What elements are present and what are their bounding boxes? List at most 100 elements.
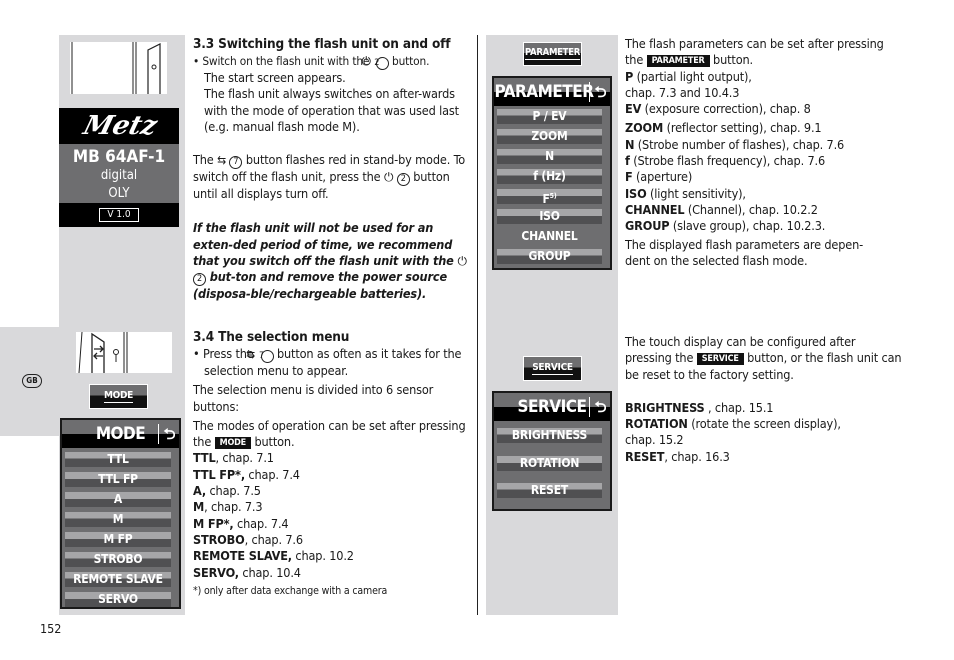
parameter-entry: chap. 7.3 and 10.4.3 [625,85,900,101]
parameter-menu-screen: PARAMETER ⮌ P / EV ZOOM N f (Hz) F5) ISO… [492,76,612,270]
service-entry-term: ROTATION [625,416,688,432]
mode-entry-term: SERVO, [193,564,239,580]
param-item-channel[interactable]: CHANNEL [497,229,602,244]
mode-entry: A, chap. 7.5 [193,483,468,499]
parameter-entry-ref: (aperture) [632,169,693,185]
parameter-chip: PARAMETER [646,55,710,68]
service-entry: chap. 15.2 [625,432,905,448]
mode-entry-term: M [193,499,205,515]
service-chip: SERVICE [696,353,744,366]
service-item-brightness[interactable]: BRIGHTNESS [497,428,602,443]
section-3-3: 3.3 Switching the flash unit on and off … [193,36,468,303]
number-2-icon: 2 [374,57,389,70]
flash-selection-drawing-icon [78,331,128,374]
mode-entry-ref: chap. 7.5 [206,483,261,499]
mode-item-servo[interactable]: SERVO [65,592,171,607]
service-entries-list: BRIGHTNESS , chap. 15.1 ROTATION (rotate … [625,400,905,465]
parameter-entry-ref: (Strobe number of flashes), chap. 7.6 [634,136,845,152]
mode-entry: TTL FP*, chap. 7.4 [193,467,468,483]
section-3-4: 3.4 The selection menu • Press the ⇆ 7 b… [193,329,468,599]
service-entry: BRIGHTNESS , chap. 15.1 [625,400,905,416]
service-menu-screen: SERVICE ⮌ BRIGHTNESS ROTATION RESET [492,391,612,511]
parameter-entry: ISO (light sensitivity), [625,186,900,202]
parameter-entry-ref: (Channel), chap. 10.2.2 [684,201,818,217]
mode-item-m[interactable]: M [65,512,171,527]
number-7-icon: 7 [259,350,274,363]
mode-item-remote-slave[interactable]: REMOTE SLAVE [65,572,171,587]
mode-item-a[interactable]: A [65,492,171,507]
selection-menu-text: The selection menu is divided into 6 sen… [193,382,434,414]
last-mode-text: The flash unit always switches on after-… [204,86,459,134]
param-item-iso[interactable]: ISO [497,209,602,224]
mode-item-m-fp[interactable]: M FP [65,532,171,547]
mode-chip: MODE [214,437,252,450]
mode-soft-button[interactable]: MODE [89,384,148,409]
parameter-entry-ref: (slave group), chap. 10.2.3. [669,218,826,234]
number-2-icon: 2 [193,273,206,287]
back-icon[interactable]: ⮌ [589,82,606,102]
standby-text: The ⇆ 7 button flashes red in stand-by m… [193,152,465,202]
param-item-f-hz[interactable]: f (Hz) [497,169,602,184]
mode-entry-ref: , chap. 7.3 [204,499,263,515]
service-entry-ref: chap. 15.2 [625,432,684,448]
parameter-soft-button[interactable]: PARAMETER [523,42,582,66]
section-heading: 3.3 Switching the flash unit on and off [193,36,451,52]
mode-item-ttl[interactable]: TTL [65,452,171,467]
mode-entry: REMOTE SLAVE, chap. 10.2 [193,548,468,564]
mode-entry-ref: chap. 10.2 [291,548,354,564]
column-divider [477,35,478,615]
mode-entry-ref: chap. 10.4 [238,564,301,580]
parameter-intro: The flash parameters can be set after pr… [625,36,884,68]
param-item-f-aperture[interactable]: F5) [497,189,602,206]
parameter-entry-term: CHANNEL [625,201,685,217]
param-item-p-ev[interactable]: P / EV [497,109,602,124]
switch-icon: ⇆ [217,153,226,168]
page-number: 152 [40,621,62,636]
model-line-1: digital [100,168,138,183]
bullet-switch-on: • Switch on the flash unit with the ⏻ 2 … [193,54,430,70]
mode-menu-screen: MODE ⮌ TTL TTL FP A M M FP STROBO REMOTE… [60,418,181,609]
service-entry-term: RESET [625,448,665,464]
service-description: The touch display can be configured afte… [625,334,905,465]
back-icon[interactable]: ⮌ [589,397,606,417]
back-icon[interactable]: ⮌ [158,424,175,444]
service-entry: ROTATION (rotate the screen display), [625,416,905,432]
firmware-version: V 1.0 [99,208,139,222]
model-name: MB 64AF-1 [72,147,166,167]
svg-text:Metz: Metz [79,112,161,140]
parameter-entry-term: ZOOM [625,120,664,136]
service-item-rotation[interactable]: ROTATION [497,456,602,471]
bullet-press-button: • Press the ⇆ 7 button as often as it ta… [193,346,462,378]
service-soft-button[interactable]: SERVICE [523,356,582,381]
parameter-entries-list: P (partial light output), chap. 7.3 and 1… [625,69,900,235]
service-entry: RESET, chap. 16.3 [625,449,905,465]
mode-entry-term: A, [193,483,207,499]
mode-entry: SERVO, chap. 10.4 [193,565,468,581]
parameter-entry-term: N [625,136,635,152]
param-item-zoom[interactable]: ZOOM [497,129,602,144]
mode-entry-ref: , chap. 7.1 [215,450,274,466]
mode-entry-ref: chap. 7.4 [244,466,300,482]
mode-entry-term: STROBO [193,531,245,547]
start-screen: Metz MB 64AF-1 digital OLY V 1.0 [59,108,179,227]
service-entry-ref: (rotate the screen display), [687,416,841,432]
parameter-entry: GROUP (slave group), chap. 10.2.3. [625,218,900,234]
service-entry-term: BRIGHTNESS [625,399,705,415]
mode-entry: STROBO, chap. 7.6 [193,532,468,548]
parameter-entry-term: ISO [625,185,647,201]
modes-intro: The modes of operation can be set after … [193,417,466,450]
start-screen-text: The start screen appears. [204,70,346,85]
parameter-entry-term: EV [625,101,642,117]
parameter-entry: F (aperture) [625,169,900,185]
service-item-reset[interactable]: RESET [497,483,602,498]
mode-item-ttl-fp[interactable]: TTL FP [65,472,171,487]
mode-entry-ref: , chap. 7.6 [244,531,303,547]
parameter-entry: EV (exposure correction), chap. 8 [625,101,900,117]
footnote: *) only after data exchange with a camer… [193,584,388,597]
param-item-n[interactable]: N [497,149,602,164]
mode-item-strobo[interactable]: STROBO [65,552,171,567]
mode-entry-term: TTL [193,450,216,466]
number-2-icon: 2 [396,173,410,187]
param-item-group[interactable]: GROUP [497,249,602,264]
power-icon: ⏻ [383,170,394,185]
